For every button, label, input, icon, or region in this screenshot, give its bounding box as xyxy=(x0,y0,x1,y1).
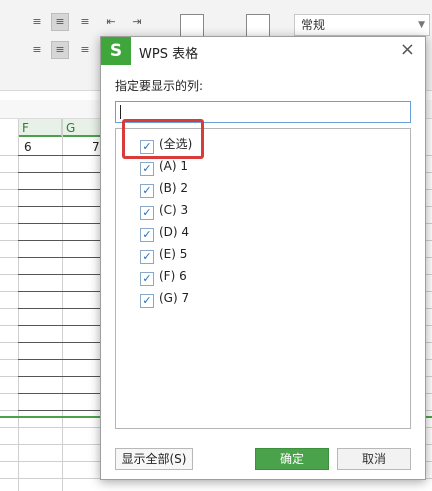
align-left-icon[interactable]: ≡ xyxy=(30,44,44,56)
list-item-label: (D) 4 xyxy=(159,225,190,239)
list-item-e[interactable]: ✓ (E) 5 xyxy=(140,245,188,264)
number-format-select[interactable]: 常规 ▼ xyxy=(294,14,430,36)
number-format-value: 常规 xyxy=(301,18,326,32)
column-header-f[interactable]: F xyxy=(18,119,62,137)
list-item-label: (B) 2 xyxy=(159,181,189,195)
checkbox-checked-icon[interactable]: ✓ xyxy=(140,184,154,198)
annotation-highlight xyxy=(122,119,204,159)
checkbox-checked-icon[interactable]: ✓ xyxy=(140,250,154,264)
checkbox-checked-icon[interactable]: ✓ xyxy=(140,162,154,176)
list-item-label: (G) 7 xyxy=(159,291,190,305)
checkbox-checked-icon[interactable]: ✓ xyxy=(140,294,154,308)
column-header-label: F xyxy=(22,121,29,135)
dialog-title: WPS 表格 xyxy=(139,47,199,62)
align-middle-icon[interactable]: ≡ xyxy=(51,13,69,31)
align-bottom-icon[interactable]: ≡ xyxy=(78,16,92,28)
cell-g1[interactable]: 7 xyxy=(92,140,100,154)
list-item-c[interactable]: ✓ (C) 3 xyxy=(140,201,189,220)
list-item-label: (A) 1 xyxy=(159,159,189,173)
show-all-button[interactable]: 显示全部(S) xyxy=(115,448,193,470)
show-columns-dialog: S WPS 表格 × 指定要显示的列: ✓ (全选) ✓ (A) 1 ✓ (B) 2 … xyxy=(100,36,426,480)
dialog-titlebar: S WPS 表格 × xyxy=(101,37,425,65)
list-item-label: (E) 5 xyxy=(159,247,188,261)
column-list[interactable]: ✓ (全选) ✓ (A) 1 ✓ (B) 2 ✓ (C) 3 ✓ (D) 4 ✓ (E) 5… xyxy=(115,128,411,429)
close-icon[interactable]: × xyxy=(400,39,415,60)
column-header-label: G xyxy=(66,121,76,135)
list-item-label: (C) 3 xyxy=(159,203,189,217)
chevron-down-icon: ▼ xyxy=(418,20,425,30)
align-top-icon[interactable]: ≡ xyxy=(30,16,44,28)
list-item-b[interactable]: ✓ (B) 2 xyxy=(140,179,189,198)
wrap-text-icon[interactable] xyxy=(246,14,270,38)
text-caret xyxy=(120,105,121,119)
filtered-rows xyxy=(18,155,102,417)
list-item-g[interactable]: ✓ (G) 7 xyxy=(140,289,190,308)
list-item-f[interactable]: ✓ (F) 6 xyxy=(140,267,187,286)
cell-f1[interactable]: 6 xyxy=(24,140,32,154)
list-item-d[interactable]: ✓ (D) 4 xyxy=(140,223,190,242)
checkbox-checked-icon[interactable]: ✓ xyxy=(140,272,154,286)
checkbox-checked-icon[interactable]: ✓ xyxy=(140,228,154,242)
checkbox-checked-icon[interactable]: ✓ xyxy=(140,206,154,220)
decrease-indent-icon[interactable]: ⇤ xyxy=(104,16,118,28)
cancel-button[interactable]: 取消 xyxy=(337,448,411,470)
increase-indent-icon[interactable]: ⇥ xyxy=(130,16,144,28)
align-center-icon[interactable]: ≡ xyxy=(51,41,69,59)
prompt-label: 指定要显示的列: xyxy=(115,79,204,93)
list-item-a[interactable]: ✓ (A) 1 xyxy=(140,157,189,176)
list-item-label: (F) 6 xyxy=(159,269,187,283)
column-header-g[interactable]: G xyxy=(62,119,102,137)
wps-logo-icon: S xyxy=(101,37,131,65)
align-right-icon[interactable]: ≡ xyxy=(78,44,92,56)
ok-button[interactable]: 确定 xyxy=(255,448,329,470)
merge-center-icon[interactable] xyxy=(180,14,204,38)
